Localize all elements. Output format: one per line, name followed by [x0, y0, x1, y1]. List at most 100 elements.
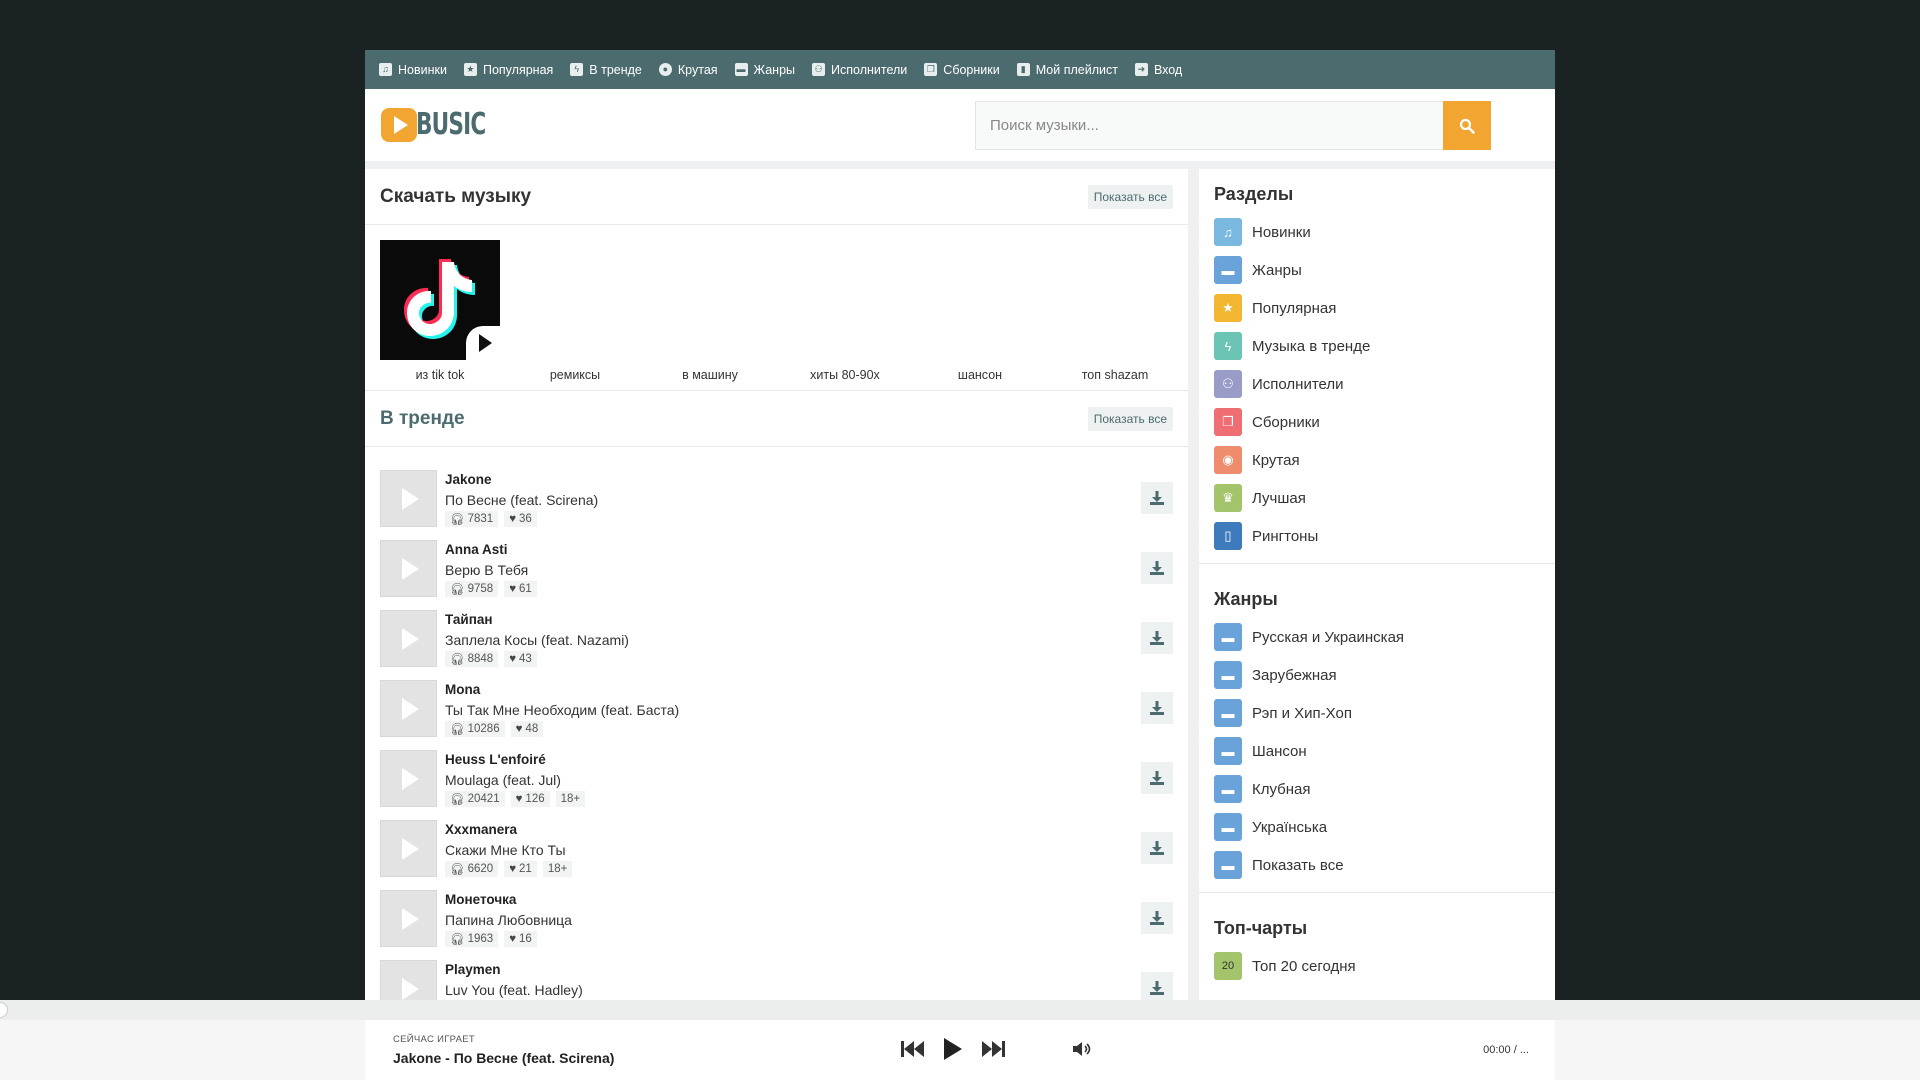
tiktok-cover[interactable] — [380, 240, 500, 360]
sidebar-item[interactable]: ▬ Шансон — [1199, 732, 1555, 770]
sidebar-item[interactable]: ♛ Лучшая — [1199, 479, 1555, 517]
sidebar-item[interactable]: ▬ Українська — [1199, 808, 1555, 846]
track-title[interactable]: Moulaga (feat. Jul) — [445, 772, 561, 788]
sidebar-item[interactable]: ▬ Показать все — [1199, 846, 1555, 884]
play-icon — [402, 977, 419, 1000]
likes-count[interactable]: ♥ 43 — [504, 651, 537, 667]
genres-block: Жанры ▬ Русская и Украинская ▬ Зарубежная ▬ Р… — [1199, 574, 1555, 893]
sidebar-item-label: Рэп и Хип-Хоп — [1252, 704, 1352, 722]
nav-item-popular[interactable]: ★ Популярная — [463, 63, 553, 77]
track-artist[interactable]: Монеточка — [445, 892, 516, 907]
track-title[interactable]: Ты Так Мне Необходим (feat. Баста) — [445, 702, 679, 718]
logo-play-icon — [381, 107, 417, 142]
nav-item-genres[interactable]: ▬ Жанры — [734, 63, 795, 77]
track-play-button[interactable] — [380, 610, 437, 667]
sidebar-item[interactable]: ▬ Рэп и Хип-Хоп — [1199, 694, 1555, 732]
track-artist[interactable]: Тайпан — [445, 612, 493, 627]
download-button[interactable] — [1141, 762, 1173, 794]
nav-label: Сборники — [943, 62, 1000, 77]
sidebar-item[interactable]: ▬ Русская и Украинская — [1199, 618, 1555, 656]
download-icon — [1150, 771, 1164, 785]
likes-count[interactable]: ♥ 21 — [504, 861, 537, 877]
track-artist[interactable]: Mona — [445, 682, 480, 697]
track-title[interactable]: Luv You (feat. Hadley) — [445, 982, 583, 998]
search-button[interactable] — [1443, 101, 1491, 150]
likes-count[interactable]: ♥ 16 — [504, 931, 537, 947]
site-logo[interactable]: BUSIC — [381, 107, 503, 142]
track-play-button[interactable] — [380, 890, 437, 947]
track-title[interactable]: Заплела Косы (feat. Nazami) — [445, 632, 629, 648]
download-button[interactable] — [1141, 552, 1173, 584]
previous-icon[interactable] — [901, 1040, 925, 1058]
sidebar-item[interactable]: ★ Популярная — [1199, 289, 1555, 327]
volume-icon[interactable] — [1073, 1041, 1091, 1057]
heart-icon: ♥ — [509, 863, 517, 875]
track-row[interactable]: Тайпан Заплела Косы (feat. Nazami) 🎧︎ 884… — [365, 607, 1188, 677]
track-play-button[interactable] — [380, 820, 437, 877]
sidebar-item-label: Показать все — [1252, 856, 1344, 874]
download-button[interactable] — [1141, 692, 1173, 724]
show-all-button[interactable]: Показать все — [1087, 406, 1173, 431]
download-button[interactable] — [1141, 832, 1173, 864]
track-artist[interactable]: Xxxmanera — [445, 822, 517, 837]
sidebar-item[interactable]: ▯ Рингтоны — [1199, 517, 1555, 555]
chart-item[interactable]: 20 Топ 20 сегодня — [1199, 947, 1555, 985]
nav-item-artists[interactable]: ⚇ Исполнители — [812, 63, 907, 77]
nav-item-my-playlist[interactable]: ▮ Мой плейлист — [1016, 63, 1118, 77]
nav-item-new[interactable]: ♫ Новинки — [379, 63, 447, 77]
download-button[interactable] — [1141, 622, 1173, 654]
category-row: из tik tok ремиксы в машину хиты 80-90х … — [365, 225, 1188, 391]
sidebar-item[interactable]: ▬ Жанры — [1199, 251, 1555, 289]
nav-item-cool[interactable]: ● Крутая — [658, 63, 718, 77]
play-icon[interactable] — [943, 1038, 963, 1060]
likes-value: 43 — [519, 653, 532, 665]
sidebar-item[interactable]: ❐ Сборники — [1199, 403, 1555, 441]
track-row[interactable]: Xxxmanera Скажи Мне Кто Ты 🎧︎ 6620 ♥ 21 18+ — [365, 817, 1188, 887]
track-artist[interactable]: Playmen — [445, 962, 501, 977]
track-play-button[interactable] — [380, 750, 437, 807]
heart-icon: ♥ — [515, 793, 523, 805]
track-row[interactable]: Heuss L'enfoiré Moulaga (feat. Jul) 🎧︎ 20… — [365, 747, 1188, 817]
track-meta: 🎧︎ 1963 ♥ 16 — [445, 931, 537, 947]
track-row[interactable]: Anna Asti Верю В Тебя 🎧︎ 9758 ♥ 61 — [365, 537, 1188, 607]
track-row[interactable]: Mona Ты Так Мне Необходим (feat. Баста) … — [365, 677, 1188, 747]
download-button[interactable] — [1141, 482, 1173, 514]
track-artist[interactable]: Jakone — [445, 472, 492, 487]
likes-count[interactable]: ♥ 36 — [504, 511, 537, 527]
sidebar-item[interactable]: ◉ Крутая — [1199, 441, 1555, 479]
play-icon — [466, 326, 500, 360]
progress-bar[interactable] — [0, 1000, 1920, 1020]
track-title[interactable]: Верю В Тебя — [445, 562, 528, 578]
track-play-button[interactable] — [380, 680, 437, 737]
nav-item-collections[interactable]: ❐ Сборники — [924, 62, 1000, 77]
plays-value: 8848 — [467, 653, 494, 665]
track-title[interactable]: Папина Любовница — [445, 912, 572, 928]
track-row[interactable]: Jakone По Весне (feat. Scirena) 🎧︎ 7831 ♥ 3… — [365, 467, 1188, 537]
sidebar-item[interactable]: ♫ Новинки — [1199, 213, 1555, 251]
progress-knob[interactable] — [0, 1002, 8, 1018]
track-play-button[interactable] — [380, 470, 437, 527]
sidebar-item[interactable]: ▬ Зарубежная — [1199, 656, 1555, 694]
nav-label: Исполнители — [831, 62, 908, 77]
track-title[interactable]: Скажи Мне Кто Ты — [445, 842, 566, 858]
show-all-button[interactable]: Показать все — [1087, 184, 1173, 209]
likes-count[interactable]: ♥ 48 — [510, 721, 544, 737]
sidebar-item-label: Клубная — [1252, 780, 1311, 798]
track-artist[interactable]: Anna Asti — [445, 542, 508, 557]
sidebar-item[interactable]: ⚇ Исполнители — [1199, 365, 1555, 403]
next-icon[interactable] — [981, 1040, 1005, 1058]
sections-block: Разделы ♫ Новинки ▬ Жанры ★ Популярная ϟ Музыка… — [1199, 169, 1555, 564]
nav-label: В тренде — [589, 62, 642, 77]
track-title[interactable]: По Весне (feat. Scirena) — [445, 492, 598, 508]
likes-count[interactable]: ♥ 61 — [504, 581, 537, 597]
download-button[interactable] — [1141, 902, 1173, 934]
sidebar-item[interactable]: ϟ Музыка в тренде — [1199, 327, 1555, 365]
track-row[interactable]: Монеточка Папина Любовница 🎧︎ 1963 ♥ 16 — [365, 887, 1188, 957]
nav-item-trending[interactable]: ϟ В тренде — [570, 63, 642, 77]
sidebar-item[interactable]: ▬ Клубная — [1199, 770, 1555, 808]
search-input[interactable] — [976, 102, 1443, 149]
track-play-button[interactable] — [380, 540, 437, 597]
nav-item-login[interactable]: ➜ Вход — [1134, 63, 1182, 77]
likes-count[interactable]: ♥ 126 — [510, 791, 550, 807]
track-artist[interactable]: Heuss L'enfoiré — [445, 752, 546, 767]
